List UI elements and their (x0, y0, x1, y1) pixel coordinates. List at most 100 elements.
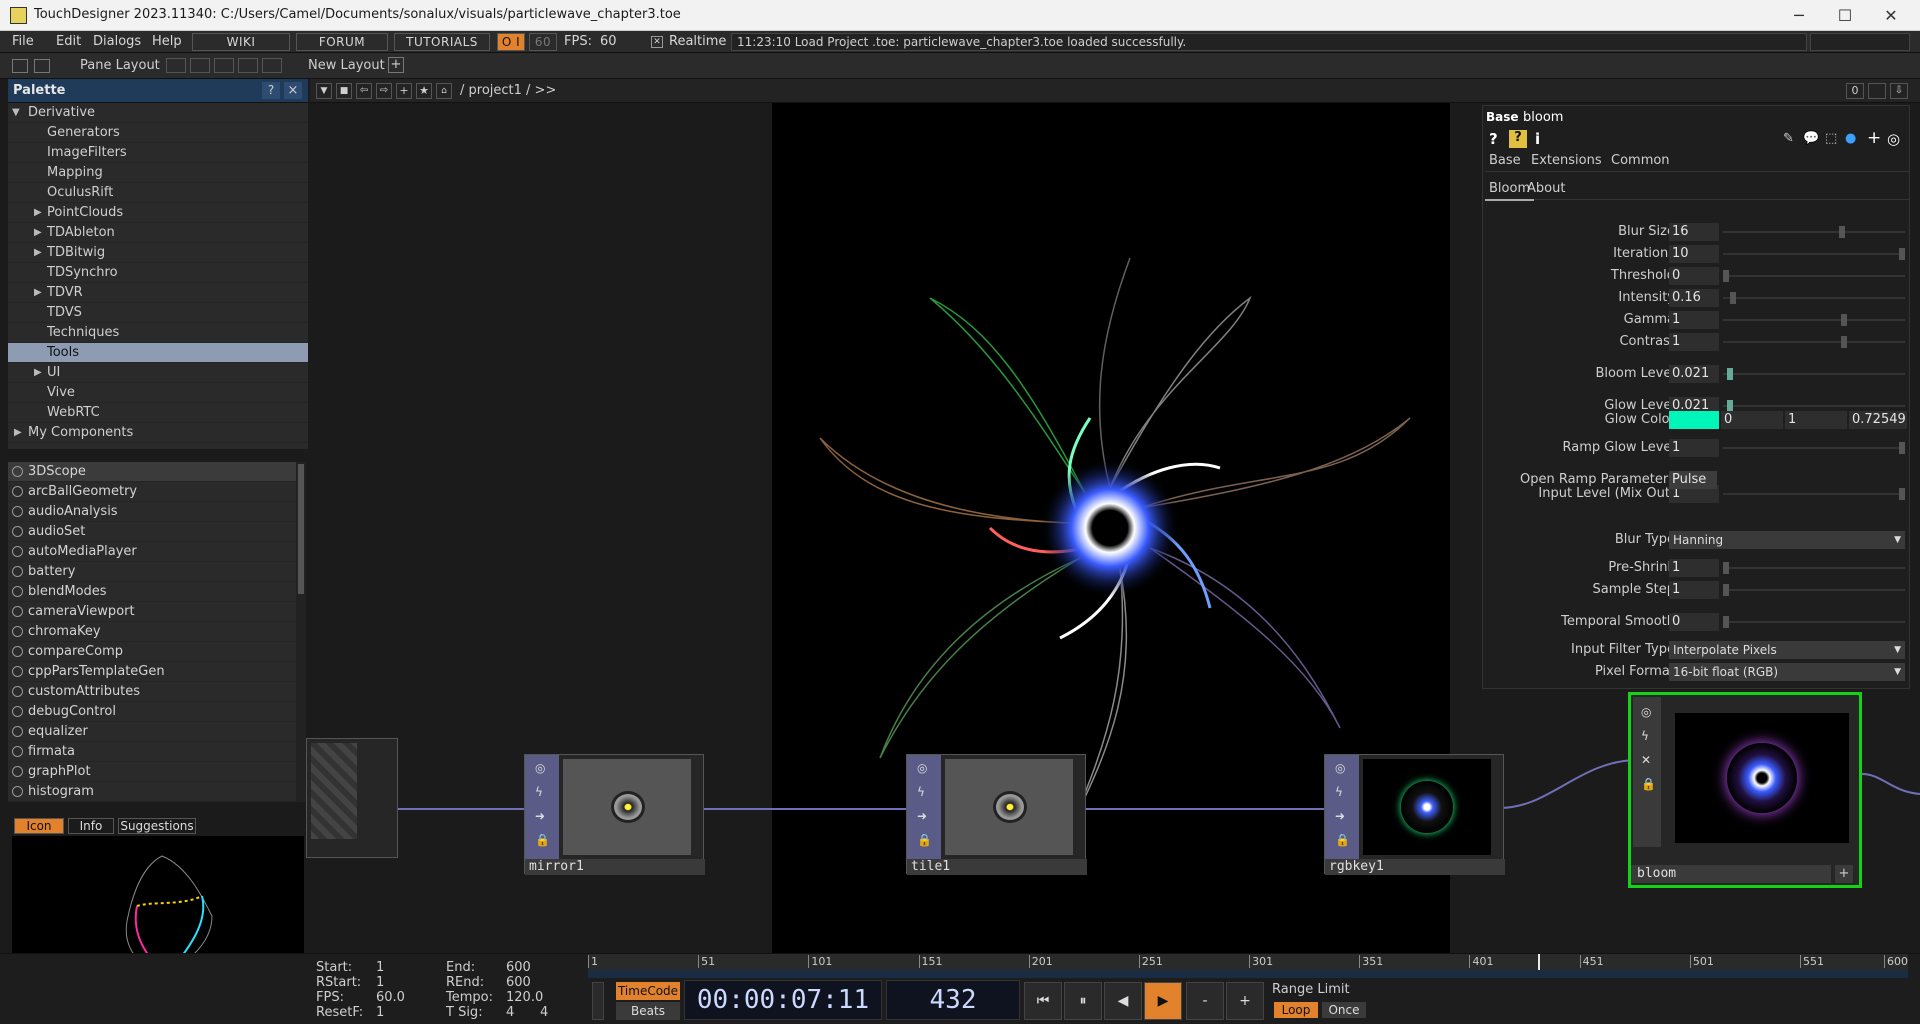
param-value[interactable]: 1 (1669, 559, 1719, 577)
tsig-denominator[interactable]: 4 (540, 1005, 548, 1020)
tab-extensions[interactable]: Extensions (1531, 153, 1602, 168)
frame-display[interactable]: 432 (886, 980, 1020, 1020)
export-icon[interactable]: ➜ (535, 809, 545, 823)
tree-item-tools[interactable]: Tools (8, 343, 308, 363)
tree-item-techniques[interactable]: Techniques (8, 323, 308, 343)
perform-mode-button[interactable]: O I (497, 33, 525, 51)
tab-icon[interactable]: Icon (14, 818, 64, 834)
step-back-icon[interactable]: ◀ (1104, 982, 1142, 1020)
slider-handle[interactable] (1723, 562, 1729, 574)
export-icon[interactable]: ➜ (917, 809, 927, 823)
tree-item-my-components[interactable]: ▶ My Components (8, 423, 308, 443)
tab-suggestions[interactable]: Suggestions (118, 818, 196, 834)
rend-value[interactable]: 600 (506, 975, 531, 990)
node-label[interactable]: rgbkey1 (1325, 859, 1505, 875)
tree-item-pointclouds[interactable]: ▶ PointClouds (8, 203, 308, 223)
node-bloom[interactable]: ◎ ϟ ✕ 🔒 bloom + (1628, 692, 1862, 888)
node-rgbkey1[interactable]: ◎ ϟ ➜ 🔒 rgbkey1 (1324, 754, 1505, 875)
slider-handle[interactable] (1899, 442, 1905, 454)
tree-item-mapping[interactable]: Mapping (8, 163, 308, 183)
input-filter-dropdown[interactable]: Interpolate Pixels ▼ (1669, 641, 1905, 659)
layout-three-icon[interactable] (238, 58, 258, 73)
rstart-value[interactable]: 1 (376, 975, 384, 990)
param-value[interactable]: 16 (1669, 223, 1719, 241)
maximize-icon[interactable]: ☐ (1822, 0, 1868, 31)
param-value[interactable]: 0 (1669, 267, 1719, 285)
list-item[interactable]: compareComp (8, 642, 296, 662)
list-item[interactable]: equalizer (8, 722, 296, 742)
menu-dialogs[interactable]: Dialogs (93, 34, 141, 49)
home-icon[interactable]: ⌂ (436, 83, 452, 99)
list-item[interactable]: blendModes (8, 582, 296, 602)
timecode-display[interactable]: 00:00:07:11 (684, 980, 882, 1020)
info-icon[interactable]: i (1535, 130, 1540, 148)
dropdown-icon[interactable]: ▼ (316, 83, 332, 99)
close-window-icon[interactable]: ✕ (1868, 0, 1914, 31)
param-slider[interactable] (1723, 584, 1905, 596)
tree-item-tdsynchro[interactable]: TDSynchro (8, 263, 308, 283)
tree-item-webrtc[interactable]: WebRTC (8, 403, 308, 423)
tab-info[interactable]: Info (68, 818, 114, 834)
breadcrumb[interactable]: / project1 / >> (460, 83, 556, 98)
stop-icon[interactable]: ■ (336, 83, 352, 99)
pixel-format-dropdown[interactable]: 16-bit float (RGB) ▼ (1669, 663, 1905, 681)
tree-item-tdableton[interactable]: ▶ TDAbleton (8, 223, 308, 243)
param-value[interactable]: 10 (1669, 245, 1719, 263)
param-value[interactable]: 1 (1669, 311, 1719, 329)
tab-base[interactable]: Base (1489, 153, 1521, 168)
component-list-scrollbar[interactable] (296, 462, 306, 802)
pause-icon[interactable]: ⏸ (1064, 982, 1102, 1020)
param-slider[interactable] (1723, 488, 1905, 500)
resetf-value[interactable]: 1 (376, 1005, 384, 1020)
pane-icon[interactable] (12, 59, 28, 73)
wiki-button[interactable]: WIKI (192, 33, 290, 51)
timeline-ruler[interactable]: 1 51 101 151 201 251 301 351 401 451 501 551 600 (588, 954, 1908, 970)
viewer-icon[interactable]: ◎ (917, 761, 927, 775)
node-mirror1[interactable]: ◎ ϟ ➜ 🔒 mirror1 (524, 754, 705, 875)
playhead[interactable] (1537, 954, 1540, 970)
param-slider[interactable] (1723, 292, 1905, 304)
lock-icon[interactable]: 🔒 (1335, 833, 1350, 847)
slider-handle[interactable] (1730, 292, 1737, 304)
param-slider[interactable] (1723, 336, 1905, 348)
python-icon[interactable]: ● (1845, 131, 1856, 146)
list-item[interactable]: battery (8, 562, 296, 582)
tab-about[interactable]: About (1527, 181, 1565, 196)
step-plus-icon[interactable]: + (1226, 982, 1264, 1020)
param-value[interactable]: 0 (1669, 613, 1719, 631)
slider-handle[interactable] (1840, 314, 1847, 326)
pulse-button[interactable]: Pulse (1669, 471, 1717, 489)
target-icon[interactable]: ◎ (1887, 130, 1900, 148)
forward-icon[interactable]: ⇨ (376, 83, 392, 99)
param-slider[interactable] (1723, 400, 1905, 412)
python-help-icon[interactable]: ? (1509, 130, 1527, 148)
cook-icon[interactable]: ϟ (1335, 785, 1343, 799)
pane-menu-icon[interactable]: ⇩ (1890, 83, 1908, 99)
tree-item-vive[interactable]: Vive (8, 383, 308, 403)
timeline-side-toggle[interactable] (592, 982, 604, 1020)
play-icon[interactable]: ▶ (1144, 982, 1182, 1020)
node-tile1[interactable]: ◎ ϟ ➜ 🔒 tile1 (906, 754, 1087, 875)
tree-item-tdbitwig[interactable]: ▶ TDBitwig (8, 243, 308, 263)
param-slider[interactable] (1723, 270, 1905, 282)
slider-handle[interactable] (1723, 584, 1729, 596)
node-label[interactable]: tile1 (907, 859, 1087, 875)
export-icon[interactable]: ➜ (1335, 809, 1345, 823)
param-slider[interactable] (1723, 368, 1905, 380)
slider-handle[interactable] (1899, 248, 1905, 260)
palette-help-icon[interactable]: ? (262, 82, 280, 99)
list-item[interactable]: autoMediaPlayer (8, 542, 296, 562)
list-item[interactable]: cameraViewport (8, 602, 296, 622)
comment-icon[interactable]: 💬 (1803, 131, 1819, 146)
param-slider[interactable] (1723, 616, 1905, 628)
add-param-icon[interactable]: + (1867, 128, 1881, 148)
list-item[interactable]: firmata (8, 742, 296, 762)
range-bar[interactable] (588, 970, 1908, 978)
minimize-icon[interactable]: ─ (1776, 0, 1822, 31)
layout-split-v-icon[interactable] (190, 58, 210, 73)
param-value[interactable]: 1 (1669, 333, 1719, 351)
palette-close-icon[interactable]: × (284, 82, 302, 99)
list-item[interactable]: customAttributes (8, 682, 296, 702)
glow-color-g[interactable]: 1 (1785, 411, 1847, 429)
param-value[interactable]: 0.021 (1669, 365, 1719, 383)
